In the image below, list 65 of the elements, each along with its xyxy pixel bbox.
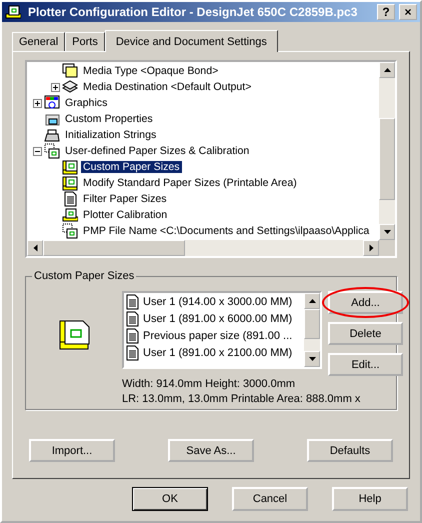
tree-item[interactable]: Initialization Strings — [63, 129, 158, 141]
right-arrow-icon — [369, 244, 373, 252]
scroll-right-button[interactable] — [363, 240, 379, 256]
delete-button[interactable]: Delete — [328, 322, 403, 345]
media-icon — [62, 63, 78, 79]
tree-item[interactable]: Custom Paper Sizes — [81, 161, 182, 173]
tree-item[interactable]: User-defined Paper Sizes & Calibration — [63, 145, 252, 157]
printer-icon — [44, 127, 60, 143]
tree-item[interactable]: Media Type <Opaque Bond> — [81, 65, 220, 77]
group-title: Custom Paper Sizes — [32, 270, 136, 282]
import-button[interactable]: Import... — [29, 439, 115, 462]
save-as-button[interactable]: Save As... — [168, 439, 254, 462]
left-arrow-icon — [33, 244, 37, 252]
plus-icon — [34, 100, 41, 106]
vertical-scrollbar[interactable] — [379, 62, 395, 240]
edit-button[interactable]: Edit... — [328, 353, 403, 376]
window-title: Plotter Configuration Editor - DesignJet 650C C2859B.pc3 — [28, 5, 358, 19]
tab[interactable]: General — [12, 32, 66, 51]
tree-item[interactable]: Media Destination <Default Output> — [81, 81, 254, 93]
up-arrow-icon — [384, 68, 390, 72]
tree-item[interactable]: Graphics — [63, 97, 110, 109]
help-button[interactable]: Help — [332, 487, 408, 511]
help-button[interactable]: ? — [377, 4, 395, 20]
tree-item[interactable]: Plotter Calibration — [81, 209, 170, 221]
scrollbar-corner — [379, 240, 395, 256]
collapse-toggle[interactable] — [33, 146, 42, 156]
plus-icon — [52, 84, 59, 90]
list-item[interactable]: User 1 (914.00 x 3000.00 MM) — [124, 293, 304, 310]
tree-item[interactable]: Filter Paper Sizes — [81, 193, 169, 205]
scroll-up-button[interactable] — [379, 62, 395, 78]
tree-item[interactable]: Modify Standard Paper Sizes (Printable Area) — [81, 177, 299, 189]
tree-item[interactable]: Custom Properties — [63, 113, 155, 125]
add-button[interactable]: Add... — [328, 291, 403, 314]
scroll-thumb[interactable] — [304, 309, 320, 339]
close-button[interactable]: × — [399, 4, 417, 20]
expand-toggle[interactable] — [51, 82, 60, 92]
scroll-up-button[interactable] — [304, 293, 320, 309]
scroll-left-button[interactable] — [27, 240, 43, 256]
list-item[interactable]: Previous paper size (891.00 ... — [124, 327, 304, 344]
graphics-icon — [44, 95, 60, 111]
list-item[interactable]: User 1 (891.00 x 6000.00 MM) — [124, 310, 304, 327]
list-scrollbar[interactable] — [304, 293, 320, 367]
stack-icon — [62, 79, 78, 95]
horizontal-scrollbar[interactable] — [27, 240, 379, 256]
scroll-thumb[interactable] — [379, 118, 395, 200]
paper-size-icon — [59, 318, 91, 350]
defaults-button[interactable]: Defaults — [307, 439, 393, 462]
tab[interactable]: Device and Document Settings — [104, 30, 278, 52]
tab[interactable]: Ports — [65, 32, 105, 51]
size-info: LR: 13.0mm, 13.0mm Printable Area: 888.0mm x — [122, 393, 362, 405]
down-arrow-icon — [384, 230, 390, 234]
list-item[interactable]: User 1 (891.00 x 2100.00 MM) — [124, 344, 304, 361]
down-arrow-icon — [308, 357, 316, 361]
ok-button[interactable]: OK — [132, 487, 208, 511]
up-arrow-icon — [308, 299, 316, 303]
paper-icon — [62, 159, 78, 175]
size-info: Width: 914.0mm Height: 3000.0mm — [122, 378, 296, 390]
expand-toggle[interactable] — [33, 98, 42, 108]
paper-icon — [62, 175, 78, 191]
tree-item[interactable]: PMP File Name <C:\Documents and Settings\ilpaaso\Applica — [81, 225, 372, 237]
cancel-button[interactable]: Cancel — [232, 487, 308, 511]
document-icon — [62, 191, 78, 207]
scroll-thumb[interactable] — [43, 240, 185, 256]
scroll-down-button[interactable] — [304, 351, 320, 367]
scroll-down-button[interactable] — [379, 224, 395, 240]
